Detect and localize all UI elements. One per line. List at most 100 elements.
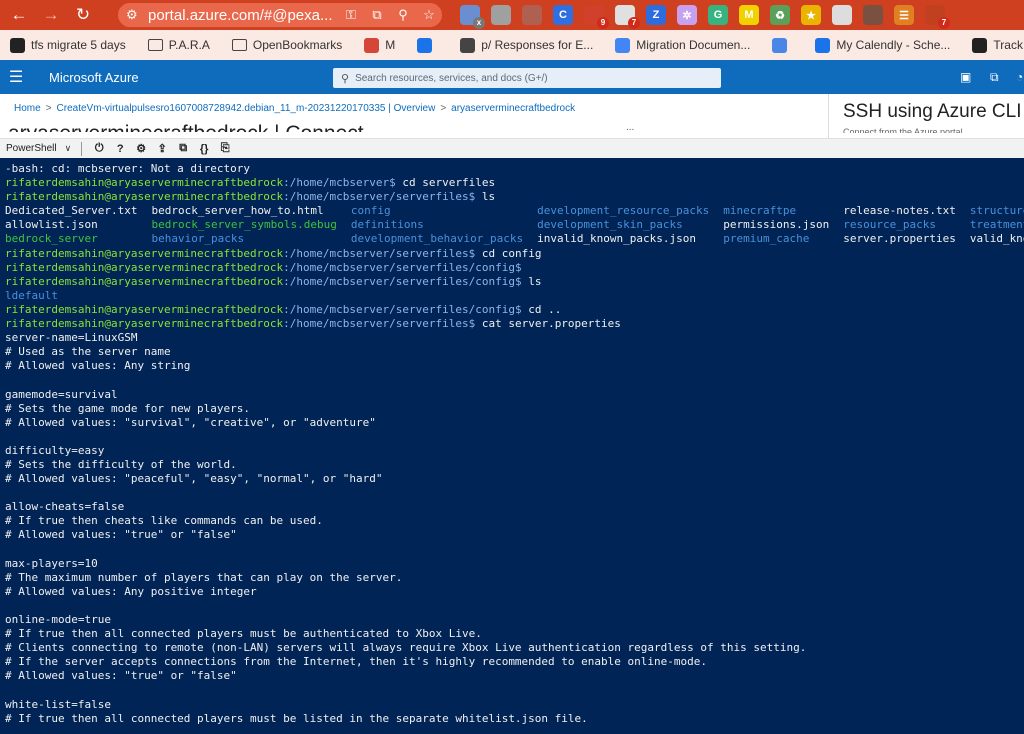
settings-icon[interactable]: ⚙ bbox=[132, 142, 150, 155]
ext-flower-icon[interactable]: ✲ bbox=[677, 5, 697, 25]
ext-z-icon[interactable]: Z bbox=[646, 5, 666, 25]
ext-chrome-icon[interactable]: C bbox=[553, 5, 573, 25]
azure-search-input[interactable] bbox=[355, 72, 716, 84]
ext-g-icon[interactable]: G bbox=[708, 5, 728, 25]
prompt-user: rifaterdemsahin@aryaserverminecraftbedro… bbox=[5, 176, 284, 190]
output-text: # If true then cheats like commands can … bbox=[5, 514, 323, 528]
prompt-path: :/home/mcbserver$ bbox=[283, 176, 396, 190]
screen: ← → ↻ ⚙ portal.azure.com/#@pexa... ⚿ ⧉ ⚲… bbox=[0, 0, 1024, 734]
new-session-icon[interactable]: ⧉ bbox=[174, 142, 192, 155]
bookmark-label: Track Package bbox=[993, 38, 1024, 52]
terminal-line: # Clients connecting to remote (non-LAN)… bbox=[5, 641, 1024, 655]
prompt-user: rifaterdemsahin@aryaserverminecraftbedro… bbox=[5, 317, 284, 331]
bookmark-label: p/ Responses for E... bbox=[481, 38, 594, 52]
ls-entry: minecraftpe bbox=[723, 204, 797, 218]
terminal[interactable]: -bash: cd: mcbserver: Not a directory rif… bbox=[0, 158, 1024, 734]
ls-entry: Dedicated_Server.txt bbox=[5, 204, 138, 218]
power-icon[interactable]: ⏻ bbox=[90, 142, 108, 155]
breadcrumb-vm-create[interactable]: CreateVm-virtualpulsesro1607008728942.de… bbox=[57, 103, 436, 114]
url-text[interactable]: portal.azure.com/#@pexa... bbox=[148, 7, 338, 24]
web-preview-icon[interactable]: ⎘ bbox=[216, 142, 234, 155]
browser-toolbar: ← → ↻ ⚙ portal.azure.com/#@pexa... ⚿ ⧉ ⚲… bbox=[0, 0, 1024, 30]
docs-icon bbox=[615, 37, 631, 53]
ls-entry: server.properties bbox=[843, 232, 956, 246]
ls-column: config definitions development_behavior_pa… bbox=[351, 204, 537, 246]
bookmark-item[interactable]: tfs migrate 5 days bbox=[10, 37, 126, 53]
ext-gray-grid-icon[interactable] bbox=[491, 5, 511, 25]
output-text: # Used as the server name bbox=[5, 345, 171, 359]
bookmark-item[interactable]: p/ Responses for E... bbox=[460, 37, 594, 53]
site-info-icon[interactable]: ⚙ bbox=[126, 7, 148, 23]
output-text: # Allowed values: "survival", "creative"… bbox=[5, 415, 376, 429]
ls-entry: treatments bbox=[969, 218, 1024, 232]
output-text: server-name=LinuxGSM bbox=[5, 331, 138, 345]
ext-puzzle-icon[interactable]: 7 bbox=[925, 5, 950, 29]
upload-icon[interactable]: ⇪ bbox=[153, 142, 171, 155]
ls-entry: development_skin_packs bbox=[537, 218, 683, 232]
cloud-shell-icon[interactable]: ▣ bbox=[960, 70, 974, 84]
extension-badge: 7 bbox=[628, 17, 640, 29]
breadcrumb-home[interactable]: Home bbox=[14, 103, 41, 114]
prompt-user: rifaterdemsahin@aryaserverminecraftbedro… bbox=[5, 246, 284, 260]
ext-photo-icon[interactable] bbox=[863, 5, 883, 25]
bookmark-item[interactable]: Track Package bbox=[972, 37, 1024, 53]
bookmark-label: OpenBookmarks bbox=[252, 38, 343, 52]
bookmark-item[interactable]: P.A.R.A bbox=[147, 38, 210, 52]
bookmark-item[interactable]: OpenBookmarks bbox=[231, 38, 343, 52]
terminal-line: # If true then all connected players mus… bbox=[5, 712, 1024, 726]
bookmarks-bar: tfs migrate 5 days P.A.R.A OpenBookmarks Mp… bbox=[0, 30, 1024, 60]
help-icon[interactable]: ? bbox=[111, 143, 129, 155]
terminal-line: ldefault bbox=[5, 289, 1024, 303]
ext-menu-icon[interactable]: ☰ bbox=[894, 5, 914, 25]
output-text: -bash: cd: mcbserver: Not a directory bbox=[5, 162, 251, 175]
clock-icon bbox=[460, 37, 476, 53]
chevron-down-icon: ∨ bbox=[64, 143, 72, 153]
terminal-line: allow-cheats=false bbox=[5, 500, 1024, 514]
notifications-icon[interactable]: ◔ bbox=[1016, 70, 1024, 84]
ext-window-icon[interactable] bbox=[832, 5, 852, 25]
bookmark-item[interactable]: My Calendly - Sche... bbox=[815, 37, 951, 53]
forward-icon[interactable]: → bbox=[38, 2, 64, 28]
back-icon[interactable]: ← bbox=[6, 2, 32, 28]
command-text: ls bbox=[521, 274, 542, 288]
ext-star-icon[interactable]: ★ bbox=[801, 5, 821, 25]
output-text: # Clients connecting to remote (non-LAN)… bbox=[5, 641, 807, 655]
address-bar[interactable]: ⚙ portal.azure.com/#@pexa... ⚿ ⧉ ⚲ ☆ bbox=[118, 3, 442, 27]
ext-recycle-icon[interactable]: ♻ bbox=[770, 5, 790, 25]
prompt-path: :/home/mcbserver/serverfiles/config$ bbox=[283, 302, 522, 316]
ext-m-icon[interactable]: M bbox=[739, 5, 759, 25]
ext-red-dots-icon[interactable]: 9 bbox=[584, 5, 609, 29]
zoom-icon[interactable]: ⚲ bbox=[390, 7, 416, 23]
output-text: # Sets the game mode for new players. bbox=[5, 401, 251, 415]
portal-menu-icon[interactable]: ☰ bbox=[0, 67, 32, 87]
amazon-icon bbox=[972, 37, 988, 53]
ext-blue-icon[interactable]: x bbox=[460, 5, 485, 29]
bookmark-item[interactable] bbox=[417, 37, 438, 53]
directory-filter-icon[interactable]: ⧉ bbox=[990, 70, 1004, 84]
azure-brand[interactable]: Microsoft Azure bbox=[49, 70, 139, 85]
braces-icon[interactable]: {} bbox=[195, 143, 213, 155]
bookmark-item[interactable] bbox=[772, 37, 793, 53]
bookmark-star-icon[interactable]: ☆ bbox=[416, 7, 442, 23]
bookmark-label: M bbox=[385, 38, 396, 52]
shell-type-select[interactable]: PowerShell ∨ bbox=[6, 143, 71, 154]
bookmark-item[interactable]: Migration Documen... bbox=[615, 37, 750, 53]
chevron-right-icon: > bbox=[440, 103, 447, 114]
azure-search[interactable]: ⚲ bbox=[333, 68, 721, 88]
ls-entry: development_behavior_packs bbox=[350, 232, 524, 246]
ext-camera-icon[interactable] bbox=[522, 5, 542, 25]
password-key-icon[interactable]: ⚿ bbox=[338, 7, 364, 23]
install-app-icon[interactable]: ⧉ bbox=[364, 7, 390, 23]
breadcrumb-vm[interactable]: aryaserverminecraftbedrock bbox=[451, 103, 575, 114]
reload-icon[interactable]: ↻ bbox=[70, 2, 96, 28]
ext-tag-icon[interactable]: 7 bbox=[615, 5, 640, 29]
bookmark-label: My Calendly - Sche... bbox=[836, 38, 951, 52]
chevron-right-icon: > bbox=[45, 103, 52, 114]
more-options-icon[interactable]: ... bbox=[626, 122, 634, 133]
bookmark-item[interactable]: M bbox=[364, 37, 396, 53]
terminal-line: rifaterdemsahin@aryaserverminecraftbedro… bbox=[5, 317, 1024, 331]
ext-glyph: ♻ bbox=[775, 9, 785, 22]
